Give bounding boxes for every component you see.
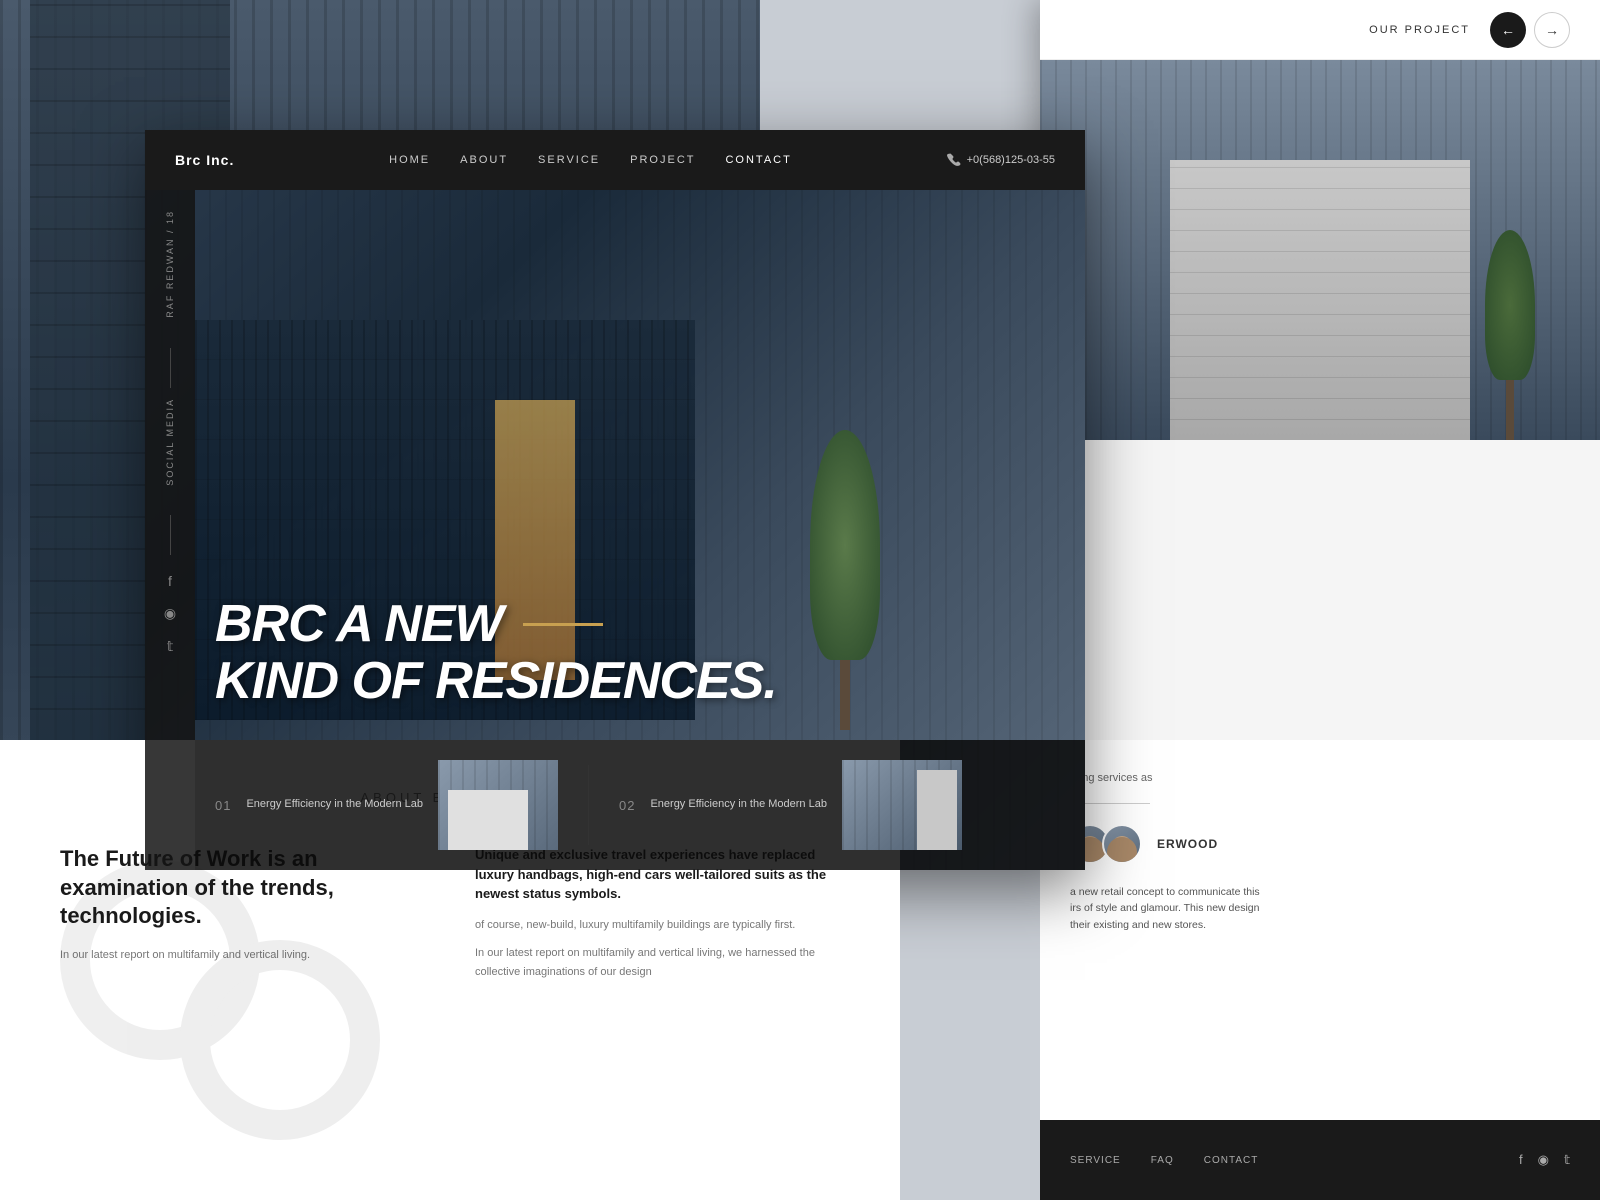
our-project-label: OUR PROJECT bbox=[1369, 24, 1470, 36]
project-item-1: 01 Energy Efficiency in the Modern Lab bbox=[215, 760, 558, 850]
content-snippet: ering services as bbox=[1070, 770, 1570, 788]
nav-project[interactable]: PROJECT bbox=[630, 154, 695, 166]
nav-home[interactable]: HOME bbox=[389, 154, 430, 166]
site-logo[interactable]: Brc Inc. bbox=[175, 152, 234, 168]
website-sidebar: Raf Redwan / 18 Social media f ◉ 𝕥 bbox=[145, 190, 195, 870]
footer-nav: SERVICE FAQ CONTACT bbox=[1070, 1155, 1258, 1166]
hero-title-line-2: KIND OF RESIDENCES. bbox=[215, 653, 777, 710]
thumb-building-1 bbox=[448, 790, 528, 850]
main-nav: HOME ABOUT SERVICE PROJECT CONTACT bbox=[389, 154, 792, 166]
profile-name: ERWOOD bbox=[1157, 837, 1218, 851]
main-website-window: Brc Inc. HOME ABOUT SERVICE PROJECT CONT… bbox=[145, 130, 1085, 870]
long-text-3: their existing and new stores. bbox=[1070, 917, 1570, 934]
project-info-1: Energy Efficiency in the Modern Lab bbox=[246, 797, 423, 812]
instagram-icon[interactable]: ◉ bbox=[1538, 1152, 1549, 1168]
footer-social: f ◉ 𝕥 bbox=[1519, 1152, 1570, 1168]
phone-number: +0(568)125-03-55 bbox=[947, 153, 1055, 167]
right-panel-header: OUR PROJECT ← → bbox=[1040, 0, 1600, 60]
phone-icon bbox=[947, 153, 961, 167]
next-arrow-button[interactable]: → bbox=[1534, 12, 1570, 48]
hero-tree bbox=[805, 430, 885, 730]
project-preview-image bbox=[1040, 60, 1600, 440]
hero-title-line-1: BRC A NEW bbox=[215, 596, 777, 653]
profile-section: ERWOOD bbox=[1070, 824, 1570, 864]
long-text-2: irs of style and glamour. This new desig… bbox=[1070, 900, 1570, 917]
project-divider bbox=[588, 765, 589, 845]
preview-building bbox=[1170, 160, 1470, 440]
project-number-2: 02 bbox=[619, 798, 635, 813]
hero-title: BRC A NEW KIND OF RESIDENCES. bbox=[215, 596, 777, 710]
phone-text: +0(568)125-03-55 bbox=[967, 154, 1055, 166]
right-panel: OUR PROJECT ← → bbox=[1040, 0, 1600, 740]
footer-service[interactable]: SERVICE bbox=[1070, 1155, 1121, 1166]
bottom-footer: SERVICE FAQ CONTACT f ◉ 𝕥 bbox=[1040, 1120, 1600, 1200]
sidebar-divider-1 bbox=[170, 348, 171, 388]
project-title-2: Energy Efficiency in the Modern Lab bbox=[650, 797, 827, 812]
facebook-icon[interactable]: f bbox=[1519, 1152, 1523, 1168]
project-thumb-1[interactable] bbox=[438, 760, 558, 850]
deco-circle-2 bbox=[180, 940, 380, 1140]
social-media-label: Social media bbox=[165, 398, 175, 486]
about-right-body-2: In our latest report on multifamily and … bbox=[475, 944, 840, 981]
navigation-arrows: ← → bbox=[1490, 12, 1570, 48]
nav-service[interactable]: SERVICE bbox=[538, 154, 600, 166]
hero-content: BRC A NEW KIND OF RESIDENCES. bbox=[215, 596, 777, 710]
sidebar-twitter-icon[interactable]: 𝕥 bbox=[167, 638, 174, 655]
preview-tree bbox=[1480, 240, 1540, 440]
project-item-2: 02 Energy Efficiency in the Modern Lab bbox=[619, 760, 962, 850]
long-text-1: a new retail concept to communicate this bbox=[1070, 884, 1570, 901]
website-navbar: Brc Inc. HOME ABOUT SERVICE PROJECT CONT… bbox=[145, 130, 1085, 190]
project-title-1: Energy Efficiency in the Modern Lab bbox=[246, 797, 423, 812]
nav-about[interactable]: ABOUT bbox=[460, 154, 508, 166]
project-info-2: Energy Efficiency in the Modern Lab bbox=[650, 797, 827, 812]
footer-faq[interactable]: FAQ bbox=[1151, 1155, 1174, 1166]
nav-contact[interactable]: CONTACT bbox=[725, 154, 791, 166]
project-thumb-2[interactable] bbox=[842, 760, 962, 850]
sidebar-divider-2 bbox=[170, 515, 171, 555]
footer-contact[interactable]: CONTACT bbox=[1204, 1155, 1259, 1166]
sidebar-facebook-icon[interactable]: f bbox=[168, 573, 172, 589]
photographer-credit: Raf Redwan / 18 bbox=[165, 210, 175, 318]
avatar-2 bbox=[1102, 824, 1142, 864]
about-right-body-1: of course, new-build, luxury multifamily… bbox=[475, 916, 840, 935]
thumb-building-2 bbox=[917, 770, 957, 850]
prev-arrow-button[interactable]: ← bbox=[1490, 12, 1526, 48]
project-thumbnail-bar: 01 Energy Efficiency in the Modern Lab 0… bbox=[195, 740, 1085, 870]
twitter-icon[interactable]: 𝕥 bbox=[1564, 1152, 1570, 1168]
sidebar-instagram-icon[interactable]: ◉ bbox=[164, 605, 176, 622]
project-number-1: 01 bbox=[215, 798, 231, 813]
